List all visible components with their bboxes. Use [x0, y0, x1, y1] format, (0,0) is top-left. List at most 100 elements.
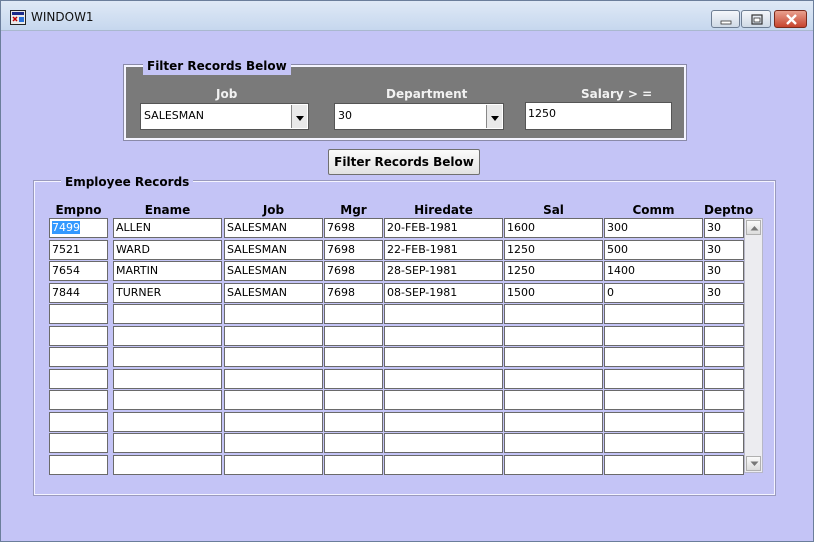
cell-hiredate[interactable] [384, 347, 503, 367]
cell-ename[interactable]: MARTIN [113, 261, 222, 281]
cell-deptno[interactable]: 30 [704, 283, 744, 303]
cell-comm[interactable] [604, 347, 703, 367]
cell-deptno[interactable] [704, 304, 744, 324]
cell-deptno[interactable] [704, 390, 744, 410]
cell-comm[interactable] [604, 412, 703, 432]
cell-sal[interactable] [504, 455, 603, 475]
cell-deptno[interactable] [704, 433, 744, 453]
cell-sal[interactable] [504, 412, 603, 432]
cell-ename[interactable] [113, 369, 222, 389]
cell-job[interactable] [224, 369, 323, 389]
cell-ename[interactable] [113, 433, 222, 453]
cell-sal[interactable] [504, 433, 603, 453]
maximize-button[interactable] [741, 10, 771, 28]
cell-empno[interactable] [49, 304, 108, 324]
cell-comm[interactable]: 1400 [604, 261, 703, 281]
cell-hiredate[interactable] [384, 304, 503, 324]
cell-hiredate[interactable]: 28-SEP-1981 [384, 261, 503, 281]
cell-sal[interactable]: 1600 [504, 218, 603, 238]
cell-sal[interactable] [504, 347, 603, 367]
cell-mgr[interactable] [324, 304, 383, 324]
cell-ename[interactable] [113, 347, 222, 367]
cell-comm[interactable] [604, 326, 703, 346]
cell-mgr[interactable]: 7698 [324, 218, 383, 238]
cell-ename[interactable] [113, 390, 222, 410]
cell-job[interactable] [224, 390, 323, 410]
cell-empno[interactable] [49, 369, 108, 389]
cell-comm[interactable] [604, 390, 703, 410]
cell-job[interactable] [224, 433, 323, 453]
cell-deptno[interactable]: 30 [704, 261, 744, 281]
cell-deptno[interactable]: 30 [704, 240, 744, 260]
title-bar[interactable]: WINDOW1 [1, 1, 813, 31]
cell-mgr[interactable] [324, 433, 383, 453]
cell-mgr[interactable]: 7698 [324, 283, 383, 303]
cell-sal[interactable]: 1250 [504, 240, 603, 260]
cell-empno[interactable] [49, 390, 108, 410]
cell-hiredate[interactable] [384, 455, 503, 475]
cell-hiredate[interactable] [384, 326, 503, 346]
cell-hiredate[interactable] [384, 433, 503, 453]
cell-job[interactable]: SALESMAN [224, 283, 323, 303]
cell-mgr[interactable] [324, 455, 383, 475]
cell-job[interactable] [224, 326, 323, 346]
department-combo[interactable]: 30 [334, 103, 504, 130]
cell-empno[interactable]: 7844 [49, 283, 108, 303]
filter-records-button[interactable]: Filter Records Below [328, 149, 480, 175]
cell-empno[interactable]: 7499 [49, 218, 108, 238]
cell-deptno[interactable] [704, 412, 744, 432]
department-dropdown-button[interactable] [486, 105, 502, 128]
cell-deptno[interactable] [704, 326, 744, 346]
cell-ename[interactable] [113, 304, 222, 324]
cell-job[interactable]: SALESMAN [224, 261, 323, 281]
cell-ename[interactable] [113, 455, 222, 475]
records-scrollbar[interactable] [744, 218, 763, 473]
cell-comm[interactable]: 500 [604, 240, 703, 260]
cell-ename[interactable] [113, 412, 222, 432]
minimize-button[interactable] [711, 10, 740, 28]
cell-comm[interactable] [604, 304, 703, 324]
cell-mgr[interactable]: 7698 [324, 240, 383, 260]
cell-ename[interactable] [113, 326, 222, 346]
scroll-down-button[interactable] [746, 456, 761, 471]
cell-job[interactable] [224, 412, 323, 432]
cell-hiredate[interactable] [384, 412, 503, 432]
cell-job[interactable] [224, 455, 323, 475]
job-combo[interactable]: SALESMAN [140, 103, 309, 130]
cell-hiredate[interactable]: 22-FEB-1981 [384, 240, 503, 260]
cell-mgr[interactable]: 7698 [324, 261, 383, 281]
cell-job[interactable]: SALESMAN [224, 240, 323, 260]
cell-comm[interactable] [604, 433, 703, 453]
job-dropdown-button[interactable] [291, 105, 307, 128]
salary-input[interactable]: 1250 [525, 102, 672, 130]
cell-deptno[interactable]: 30 [704, 218, 744, 238]
cell-sal[interactable]: 1250 [504, 261, 603, 281]
cell-deptno[interactable] [704, 369, 744, 389]
cell-mgr[interactable] [324, 412, 383, 432]
scroll-up-button[interactable] [746, 220, 761, 235]
cell-sal[interactable]: 1500 [504, 283, 603, 303]
cell-sal[interactable] [504, 369, 603, 389]
cell-ename[interactable]: WARD [113, 240, 222, 260]
cell-sal[interactable] [504, 326, 603, 346]
cell-hiredate[interactable]: 20-FEB-1981 [384, 218, 503, 238]
cell-ename[interactable]: ALLEN [113, 218, 222, 238]
cell-hiredate[interactable] [384, 369, 503, 389]
cell-empno[interactable]: 7654 [49, 261, 108, 281]
cell-comm[interactable] [604, 455, 703, 475]
cell-hiredate[interactable]: 08-SEP-1981 [384, 283, 503, 303]
cell-mgr[interactable] [324, 390, 383, 410]
cell-job[interactable] [224, 347, 323, 367]
cell-sal[interactable] [504, 304, 603, 324]
cell-comm[interactable]: 300 [604, 218, 703, 238]
cell-ename[interactable]: TURNER [113, 283, 222, 303]
cell-job[interactable] [224, 304, 323, 324]
cell-deptno[interactable] [704, 455, 744, 475]
close-button[interactable] [774, 10, 807, 28]
cell-empno[interactable] [49, 433, 108, 453]
cell-mgr[interactable] [324, 347, 383, 367]
cell-comm[interactable]: 0 [604, 283, 703, 303]
cell-sal[interactable] [504, 390, 603, 410]
cell-empno[interactable] [49, 455, 108, 475]
cell-empno[interactable] [49, 347, 108, 367]
